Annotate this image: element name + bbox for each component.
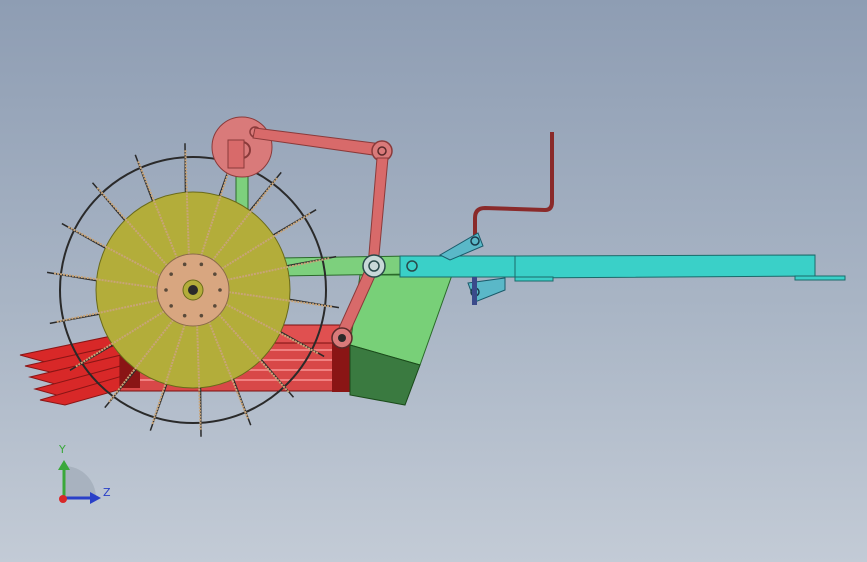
hub-bolt — [218, 288, 222, 292]
z-axis-label: Z — [103, 486, 111, 499]
hub-bolt — [169, 272, 173, 276]
hub-bolt — [213, 304, 217, 308]
hub-bolt — [199, 313, 204, 318]
hub-bolt — [199, 262, 204, 267]
hub-bolt — [182, 262, 187, 267]
hub-bolt — [164, 288, 168, 292]
hub-bolt — [213, 272, 217, 276]
y-axis-label: Y — [59, 443, 66, 456]
coordinate-triad — [58, 460, 101, 504]
hub-bolt — [169, 304, 173, 308]
planter-model[interactable] — [0, 0, 867, 562]
hub-bolt — [182, 313, 187, 318]
cad-viewport[interactable]: Y Z — [0, 0, 867, 562]
crank-handle — [438, 132, 554, 305]
x-axis-origin — [59, 495, 67, 503]
tow-boom — [362, 254, 846, 281]
